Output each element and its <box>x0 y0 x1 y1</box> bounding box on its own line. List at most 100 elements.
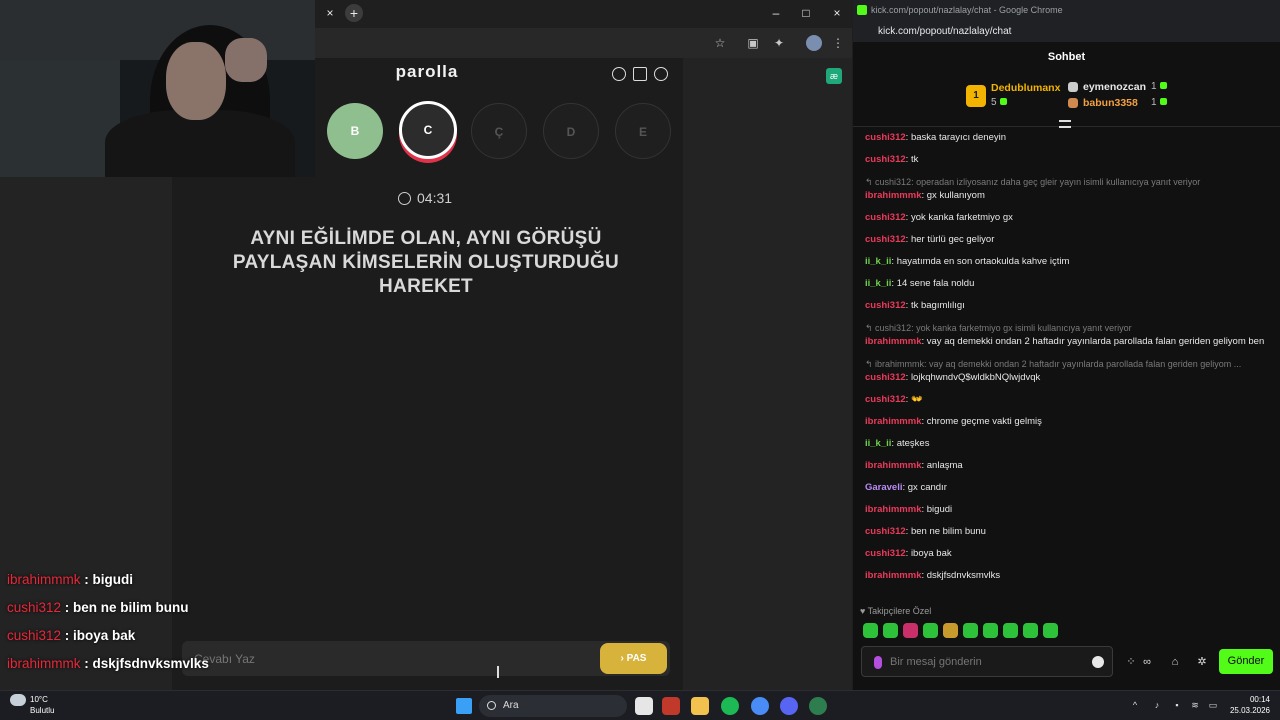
close-window-button[interactable]: × <box>829 5 845 21</box>
taskbar-clock[interactable]: 00:14 25.03.2026 <box>1226 694 1270 716</box>
chat-message: cushi312: tk <box>865 154 919 165</box>
pass-button[interactable]: › PAS <box>600 643 667 674</box>
app-p-icon[interactable] <box>662 697 680 715</box>
emote-icon[interactable] <box>1023 623 1038 638</box>
start-button[interactable] <box>456 698 472 714</box>
overlay-chat-line: cushi312 : iboya bak <box>7 628 136 643</box>
new-tab-button[interactable]: + <box>345 4 363 22</box>
emote-icon[interactable] <box>923 623 938 638</box>
chat-message: ii_k_ii: hayatımda en son ortaokulda kah… <box>865 256 1070 267</box>
text-cursor-icon <box>497 666 499 678</box>
store-icon[interactable]: ⌂ <box>1169 656 1181 668</box>
rank-badge: 1 <box>966 85 986 107</box>
emote-bar <box>863 623 1243 641</box>
bookmark-star-icon[interactable]: ☆ <box>712 35 728 51</box>
chat-message: ibrahimmmk: anlaşma <box>865 460 963 471</box>
emote-icon[interactable] <box>983 623 998 638</box>
tray-chevron-icon[interactable]: ^ <box>1130 700 1140 710</box>
discord-icon[interactable] <box>780 697 798 715</box>
leader-name[interactable]: Dedublumanx <box>991 82 1060 94</box>
maximize-button[interactable]: □ <box>798 5 814 21</box>
chat-message: ii_k_ii: 14 sene fala noldu <box>865 278 975 289</box>
leader-count: 1 <box>1151 81 1167 92</box>
wifi-icon[interactable]: ≋ <box>1190 700 1200 710</box>
chat-header: Sohbet <box>1047 51 1086 63</box>
letter-circle-waiting: E <box>615 103 671 159</box>
clock-date: 25.03.2026 <box>1229 706 1270 715</box>
chat-message: ibrahimmmk: dskjfsdnvksmvlks <box>865 570 1001 581</box>
emote-icon[interactable] <box>863 623 878 638</box>
leader-name[interactable]: eymenozcan <box>1083 81 1146 93</box>
webcam-overlay <box>0 0 315 177</box>
overlay-chat-line: cushi312 : ben ne bilim bunu <box>7 600 189 615</box>
translate-icon[interactable]: ▣ <box>745 35 761 51</box>
info-icon[interactable] <box>612 67 626 81</box>
taskbar-search[interactable]: Ara <box>479 695 627 717</box>
question-text: AYNI EĞİLİMDE OLAN, AYNI GÖRÜŞÜ PAYLAŞAN… <box>232 228 620 297</box>
pin-expand-icon[interactable] <box>1059 120 1071 128</box>
chat-message: ii_k_ii: ateşkes <box>865 438 930 449</box>
letter-circle-done: B <box>327 103 383 159</box>
emote-icon[interactable] <box>1043 623 1058 638</box>
stats-icon[interactable] <box>633 67 647 81</box>
chat-window: kick.com/popout/nazlalay/chat - Google C… <box>853 0 1280 690</box>
settings-gear-icon[interactable]: ✲ <box>1196 656 1208 668</box>
tray-mic-icon[interactable]: ♪ <box>1152 700 1162 710</box>
chat-message: cushi312: tk bagımlılıgı <box>865 300 965 311</box>
minimize-button[interactable]: – <box>768 5 784 21</box>
chat-message: cushi312: yok kanka farketmiyo gx <box>865 212 1013 223</box>
letter-circle-waiting: Ç <box>471 103 527 159</box>
timer-value: 04:31 <box>417 190 453 206</box>
chat-message: cushi312: iboya bak <box>865 548 952 559</box>
screen: × + – □ × ☆ ▣ ✦ ⋮ parolla æ B C Ç D E 04… <box>0 0 1280 720</box>
reply-reference: ↰ cushi312: yok kanka farketmiyo gx isim… <box>865 323 1132 333</box>
spotify-icon[interactable] <box>721 697 739 715</box>
leader-name[interactable]: babun3358 <box>1083 97 1138 109</box>
tab-close-icon[interactable]: × <box>322 5 338 21</box>
search-icon <box>487 701 496 710</box>
battery-icon[interactable]: ▭ <box>1208 700 1218 710</box>
xbox-icon[interactable] <box>809 697 827 715</box>
link-icon[interactable]: ∞ <box>1141 656 1153 668</box>
chrome-icon[interactable] <box>751 697 769 715</box>
chat-input[interactable] <box>890 653 1080 671</box>
clock-icon <box>398 192 411 205</box>
account-icon[interactable] <box>654 67 668 81</box>
emote-icon[interactable] <box>943 623 958 638</box>
emote-icon[interactable] <box>1003 623 1018 638</box>
chat-messages: cushi312: baska tarayıcı deneyin cushi31… <box>865 131 1265 591</box>
file-explorer-icon[interactable] <box>691 697 709 715</box>
weather-widget[interactable]: 10°C Bulutlu <box>10 694 54 715</box>
chat-message: cushi312: ben ne bilim bunu <box>865 526 986 537</box>
extensions-icon[interactable]: ✦ <box>771 35 787 51</box>
task-view-icon[interactable] <box>635 697 653 715</box>
emote-icon[interactable] <box>883 623 898 638</box>
chat-message: ibrahimmmk: gx kullanıyom <box>865 190 985 201</box>
emote-icon[interactable] <box>963 623 978 638</box>
chat-url-bar[interactable]: kick.com/popout/nazlalay/chat <box>853 21 1280 42</box>
chat-message: ibrahimmmk: bigudi <box>865 504 953 515</box>
cloud-icon <box>10 694 26 706</box>
stream-chat-overlay: ibrahimmmk : bigudi cushi312 : ben ne bi… <box>7 566 267 678</box>
microphone-icon[interactable] <box>874 656 882 669</box>
profile-avatar[interactable] <box>806 35 822 51</box>
emote-icon[interactable] <box>903 623 918 638</box>
game-title: parolla <box>395 62 459 81</box>
chat-message: Garaveli: gx candır <box>865 482 947 493</box>
send-button[interactable]: Gönder <box>1219 649 1273 674</box>
reply-reference: ↰ ibrahimmmk: vay aq demekki ondan 2 haf… <box>865 359 1242 369</box>
emoji-picker-icon[interactable] <box>1092 656 1104 668</box>
rank3-icon <box>1068 98 1078 108</box>
timer: 04:31 <box>398 190 478 206</box>
clock-time: 00:14 <box>1249 695 1270 704</box>
extension-badge-icon[interactable]: æ <box>826 68 842 84</box>
letter-circle-active: C <box>399 101 457 159</box>
chat-message: ibrahimmmk: vay aq demekki ondan 2 hafta… <box>865 336 1265 347</box>
reply-reference: ↰ cushi312: operadan izliyosanız daha ge… <box>865 177 1201 187</box>
chat-message: ibrahimmmk: chrome geçme vakti gelmiş <box>865 416 1042 427</box>
quick-emote-icon[interactable]: ⁘ <box>1125 656 1137 668</box>
menu-dots-icon[interactable]: ⋮ <box>830 35 846 51</box>
taskbar: 10°C Bulutlu Ara ^ ♪ ▪ ≋ ▭ 00:14 25.03.20… <box>0 690 1280 720</box>
tray-app-icon[interactable]: ▪ <box>1172 700 1182 710</box>
chat-message: cushi312: 👐 <box>865 394 923 405</box>
